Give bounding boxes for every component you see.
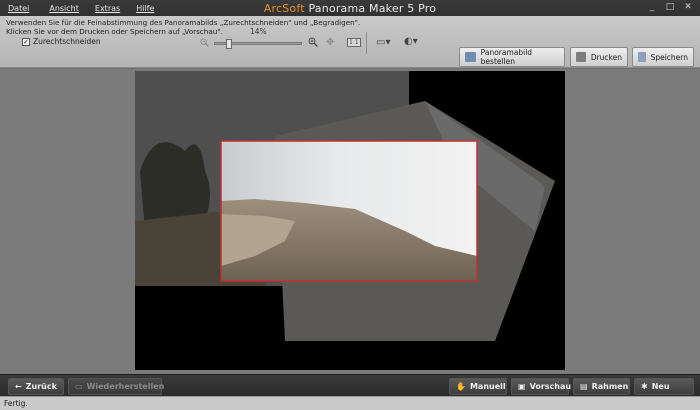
- frame-icon: ▤: [580, 382, 588, 391]
- order-panorama-label: Panoramabild bestellen: [480, 48, 533, 66]
- restore-label: Wiederherstellen: [86, 382, 165, 391]
- save-icon: [638, 52, 646, 62]
- instruction-line-2: Klicken Sie vor dem Drucken oder Speiche…: [6, 27, 223, 36]
- order-icon: [465, 52, 476, 62]
- maximize-button[interactable]: □: [664, 2, 676, 12]
- panorama-canvas[interactable]: [135, 71, 565, 370]
- manual-button[interactable]: ✋ Manuell: [449, 378, 507, 395]
- actual-size-button[interactable]: 1:1: [347, 38, 361, 47]
- manual-label: Manuell: [469, 382, 506, 391]
- view-mode-icon[interactable]: ▭▾: [376, 37, 390, 48]
- new-button[interactable]: ✱ Neu: [634, 378, 694, 395]
- restore-icon: ▭: [75, 382, 83, 391]
- crop-checkbox-row[interactable]: ✓ Zurechtschneiden: [22, 37, 101, 46]
- app-name: Panorama Maker 5 Pro: [308, 2, 437, 15]
- app-title: ArcSoft Panorama Maker 5 Pro: [0, 2, 700, 15]
- hand-icon: ✋: [456, 382, 466, 391]
- close-button[interactable]: ✕: [682, 2, 694, 12]
- back-arrow-icon: ←: [15, 382, 22, 391]
- new-icon: ✱: [641, 382, 648, 391]
- preview-button[interactable]: ▣ Vorschau: [511, 378, 572, 395]
- window-controls: _ □ ✕: [646, 2, 694, 12]
- crop-checkbox-label: Zurechtschneiden: [33, 37, 101, 46]
- panorama-image: [135, 71, 555, 341]
- zoom-percent: 14%: [250, 27, 267, 36]
- back-label: Zurück: [25, 382, 57, 391]
- restore-button[interactable]: ▭ Wiederherstellen: [68, 378, 165, 395]
- frame-button[interactable]: ▤ Rahmen: [573, 378, 630, 395]
- order-panorama-button[interactable]: Panoramabild bestellen: [459, 47, 565, 67]
- print-button[interactable]: Drucken: [570, 47, 628, 67]
- minimize-button[interactable]: _: [646, 2, 658, 12]
- zoom-slider[interactable]: [214, 39, 302, 49]
- instruction-line-1: Verwenden Sie für die Feinabstimmung des…: [6, 18, 361, 27]
- fit-to-window-icon[interactable]: ✥: [326, 37, 334, 48]
- print-label: Drucken: [590, 52, 622, 62]
- instruction-text: Verwenden Sie für die Feinabstimmung des…: [6, 18, 360, 36]
- zoom-slider-thumb[interactable]: [226, 39, 233, 49]
- crop-checkbox[interactable]: ✓: [22, 37, 30, 46]
- zoom-in-icon[interactable]: [308, 37, 318, 47]
- frame-label: Rahmen: [591, 382, 629, 391]
- printer-icon: [576, 52, 586, 62]
- app-brand: ArcSoft: [263, 2, 305, 15]
- zoom-out-icon[interactable]: [200, 38, 209, 47]
- save-button[interactable]: Speichern: [632, 47, 694, 67]
- bottom-bar: ← Zurück ▭ Wiederherstellen ✋ Manuell ▣ …: [0, 374, 700, 396]
- back-button[interactable]: ← Zurück: [8, 378, 64, 395]
- preview-icon: ▣: [518, 382, 526, 391]
- status-bar: Fertig.: [0, 396, 700, 410]
- toolbar-divider: [366, 32, 367, 54]
- preview-label: Vorschau: [529, 382, 572, 391]
- new-label: Neu: [651, 382, 670, 391]
- brightness-icon[interactable]: ◐▾: [404, 36, 418, 47]
- save-label: Speichern: [650, 52, 688, 62]
